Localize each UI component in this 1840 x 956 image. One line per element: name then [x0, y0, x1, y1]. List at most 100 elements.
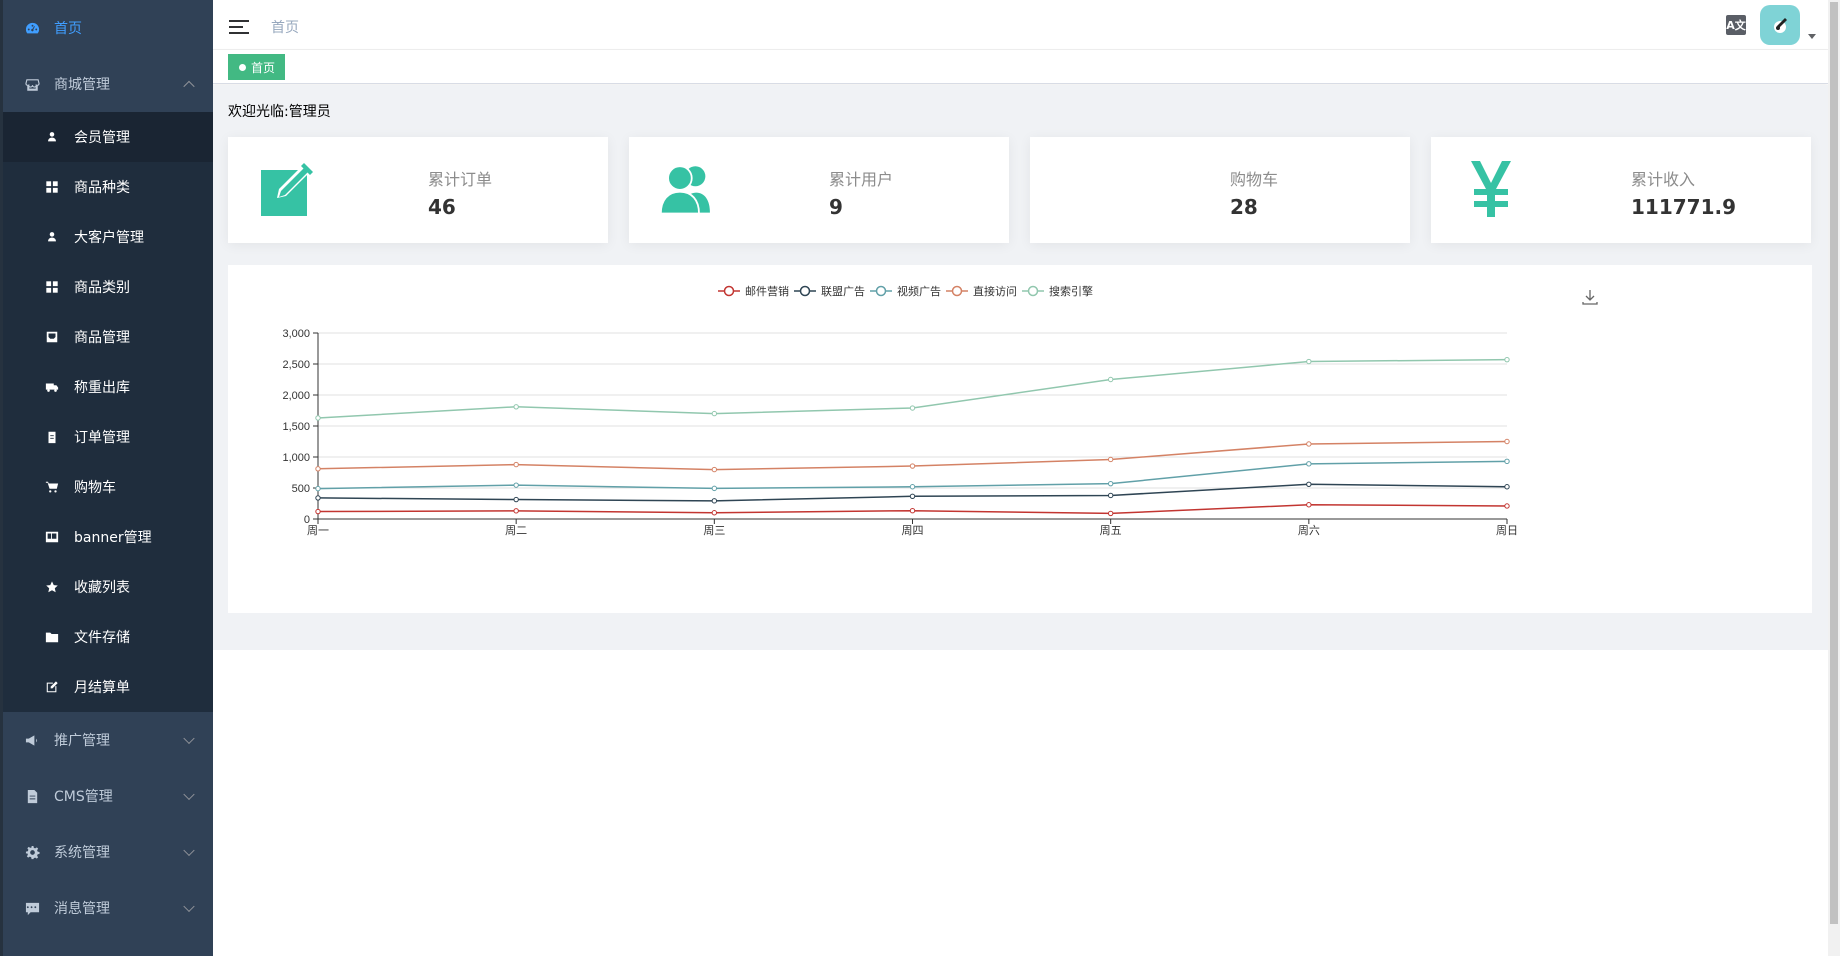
data-point[interactable] — [315, 508, 321, 515]
data-point[interactable] — [1107, 492, 1114, 499]
scrollbar-thumb[interactable] — [1830, 2, 1838, 924]
legend-label: 搜索引擎 — [1049, 284, 1093, 298]
data-point[interactable] — [513, 496, 519, 503]
legend-item[interactable]: 联盟广告 — [794, 285, 865, 298]
sidebar-item-favorites[interactable]: 收藏列表 — [3, 562, 213, 612]
caret-down-icon[interactable] — [1808, 34, 1816, 39]
y-tick-label: 2,500 — [282, 359, 310, 371]
sidebar-item-promotion[interactable]: 推广管理 — [3, 712, 213, 768]
sidebar-item-label: 称重出库 — [74, 380, 130, 396]
legend-item[interactable]: 视频广告 — [870, 284, 941, 298]
sidebar-item-order[interactable]: 订单管理 — [3, 412, 213, 462]
folder-icon — [43, 628, 61, 646]
sidebar-item-label: 商品管理 — [74, 330, 130, 346]
sidebar-item-monthly-statement[interactable]: 月结算单 — [3, 662, 213, 712]
sidebar-item-product-manage[interactable]: 商品管理 — [3, 312, 213, 362]
data-point[interactable] — [1107, 376, 1114, 383]
data-point[interactable] — [315, 415, 321, 421]
legend-item[interactable]: 搜索引擎 — [1022, 284, 1093, 298]
stat-card-users[interactable]: 累计用户 9 — [629, 137, 1009, 243]
translate-icon[interactable]: A文 — [1726, 15, 1746, 35]
sidebar-item-mall[interactable]: 商城管理 — [3, 56, 213, 112]
sidebar-item-message[interactable]: 消息管理 — [3, 880, 213, 936]
data-point[interactable] — [711, 410, 718, 417]
welcome-text: 欢迎光临:管理员 — [228, 104, 331, 120]
sidebar-item-cms[interactable]: CMS管理 — [3, 768, 213, 824]
data-point[interactable] — [711, 510, 718, 516]
data-point[interactable] — [909, 484, 916, 490]
data-point[interactable] — [315, 466, 321, 472]
data-point[interactable] — [1107, 456, 1114, 463]
sidebar-item-member[interactable]: 会员管理 — [3, 112, 213, 162]
tag-home[interactable]: 首页 — [228, 54, 286, 80]
y-tick-label: 1,500 — [282, 421, 310, 433]
avatar-image-icon — [1774, 18, 1787, 33]
store-icon — [23, 75, 41, 93]
sidebar-item-weigh-out[interactable]: 称重出库 — [3, 362, 213, 412]
data-point[interactable] — [1504, 438, 1510, 445]
x-tick-label: 周二 — [505, 524, 527, 537]
avatar[interactable] — [1760, 5, 1800, 45]
dashboard-icon — [23, 19, 41, 37]
y-tick-label: 2,000 — [282, 390, 310, 402]
data-point[interactable] — [909, 405, 916, 411]
y-tick-label: 1,000 — [282, 452, 310, 464]
data-point[interactable] — [1306, 461, 1312, 467]
data-point[interactable] — [909, 507, 916, 514]
sidebar-item-label: 大客户管理 — [74, 230, 144, 246]
stat-value: 46 — [428, 195, 456, 219]
document-icon — [23, 787, 41, 805]
sidebar-item-label: 消息管理 — [54, 901, 110, 917]
download-icon[interactable] — [1582, 290, 1598, 305]
vertical-scrollbar[interactable] — [1828, 0, 1840, 956]
data-point[interactable] — [711, 498, 718, 504]
data-point[interactable] — [1306, 441, 1312, 447]
chevron-down-icon — [183, 844, 195, 857]
legend-label: 直接访问 — [973, 284, 1017, 298]
data-point[interactable] — [1306, 502, 1312, 508]
sidebar-item-label: 商城管理 — [54, 77, 110, 93]
users-icon — [659, 159, 719, 219]
legend-item[interactable]: 邮件营销 — [718, 284, 789, 298]
data-point[interactable] — [909, 493, 916, 500]
data-point[interactable] — [513, 482, 519, 488]
data-point[interactable] — [513, 404, 519, 410]
line-chart: 邮件营销 联盟广告 视频广告 直接访问 搜索引擎 05001,0001,5002,000… — [282, 284, 1598, 537]
sidebar-item-key-account[interactable]: 大客户管理 — [3, 212, 213, 262]
sidebar-item-system[interactable]: 系统管理 — [3, 824, 213, 880]
sidebar-item-banner[interactable]: banner管理 — [3, 512, 213, 562]
data-point[interactable] — [513, 461, 519, 468]
data-point[interactable] — [1504, 484, 1510, 490]
data-point[interactable] — [315, 485, 321, 492]
line-chart-panel: 邮件营销 联盟广告 视频广告 直接访问 搜索引擎 0 500 1,000 1,500 2,000… — [228, 265, 1812, 613]
data-point[interactable] — [711, 466, 718, 473]
sidebar-item-product-category[interactable]: 商品类别 — [3, 262, 213, 312]
sidebar-item-home[interactable]: 首页 — [3, 0, 213, 56]
data-point[interactable] — [315, 495, 321, 501]
x-tick-label: 周三 — [703, 524, 725, 537]
data-point[interactable] — [909, 463, 916, 469]
sidebar-item-cart[interactable]: 购物车 — [3, 462, 213, 512]
data-point[interactable] — [1504, 458, 1510, 465]
sidebar-item-file-storage[interactable]: 文件存储 — [3, 612, 213, 662]
legend-label: 视频广告 — [897, 284, 941, 298]
x-tick-label: 周日 — [1496, 524, 1518, 537]
stat-card-income[interactable]: 累计收入 111771.9 — [1431, 137, 1811, 243]
sidebar-item-product-kind[interactable]: 商品种类 — [3, 162, 213, 212]
data-point[interactable] — [1107, 480, 1114, 487]
stat-label: 购物车 — [1230, 170, 1279, 189]
legend-item[interactable]: 直接访问 — [946, 284, 1017, 298]
hamburger-icon[interactable] — [229, 20, 249, 36]
sidebar-item-label: 收藏列表 — [74, 580, 130, 596]
data-point[interactable] — [1306, 481, 1312, 487]
data-point[interactable] — [513, 508, 519, 514]
data-point[interactable] — [1504, 356, 1510, 363]
data-point[interactable] — [1306, 358, 1312, 365]
sidebar-item-label: 首页 — [54, 21, 82, 37]
breadcrumb[interactable]: 首页 — [271, 17, 299, 37]
data-point[interactable] — [1504, 503, 1510, 509]
stat-card-orders[interactable]: 累计订单 46 — [228, 137, 608, 243]
data-point[interactable] — [1107, 510, 1114, 517]
data-point[interactable] — [711, 485, 718, 492]
stat-card-cart[interactable]: 购物车 28 — [1030, 137, 1410, 243]
